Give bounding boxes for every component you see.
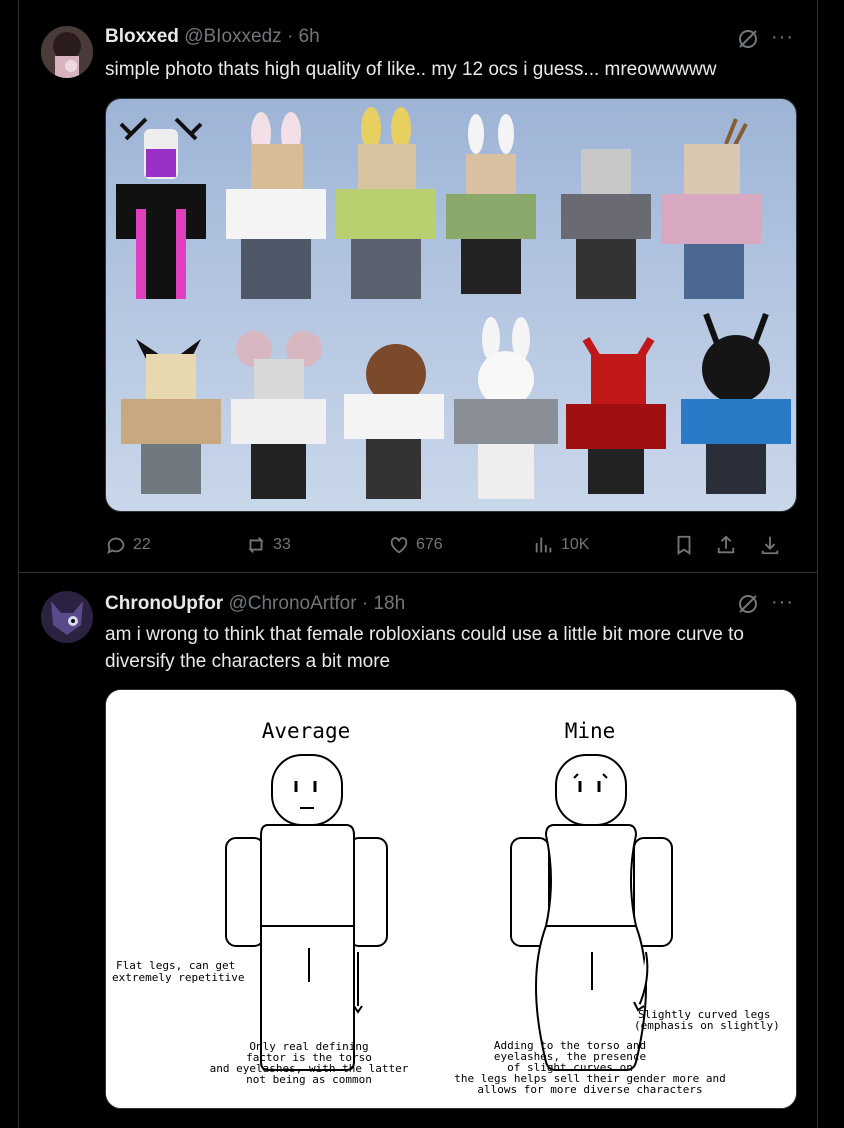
more-options-icon[interactable]: ··· bbox=[771, 591, 797, 613]
post-text: am i wrong to think that female robloxia… bbox=[105, 624, 744, 672]
reply-count: 22 bbox=[133, 536, 151, 553]
post-time[interactable]: 6h bbox=[299, 26, 320, 47]
separator-dot: · bbox=[286, 26, 294, 47]
avatar-bloxxed[interactable] bbox=[41, 26, 93, 78]
author-handle[interactable]: @ChronoArtfor bbox=[228, 593, 356, 614]
share-icon bbox=[717, 535, 735, 554]
post-chronoupfor[interactable]: ChronoUpfor @ChronoArtfor · 18h ··· am i… bbox=[19, 573, 817, 1128]
views-icon bbox=[535, 537, 552, 553]
author-name[interactable]: ChronoUpfor bbox=[105, 593, 223, 614]
timeline-feed: Bloxxed @BIoxxedz · 6h ··· simple photo … bbox=[18, 0, 818, 1128]
separator-dot: · bbox=[361, 593, 369, 614]
download-button[interactable] bbox=[759, 530, 781, 560]
note-curved-2: (emphasis on slightly) bbox=[634, 1019, 780, 1032]
avatar-chronoupfor[interactable] bbox=[41, 591, 93, 643]
bookmark-button[interactable] bbox=[673, 530, 695, 560]
post-time[interactable]: 18h bbox=[373, 593, 405, 614]
left-title: Average bbox=[262, 719, 351, 743]
heart-icon bbox=[390, 537, 408, 554]
like-button[interactable]: 676 bbox=[388, 530, 443, 560]
download-icon bbox=[761, 536, 779, 555]
right-title: Mine bbox=[565, 719, 616, 743]
grok-icon[interactable] bbox=[737, 593, 759, 615]
post-image-ocs[interactable] bbox=[105, 98, 797, 512]
author-name[interactable]: Bloxxed bbox=[105, 26, 179, 47]
repost-icon bbox=[248, 537, 264, 553]
post-bloxxed[interactable]: Bloxxed @BIoxxedz · 6h ··· simple photo … bbox=[19, 0, 817, 573]
view-count: 10K bbox=[561, 536, 590, 553]
share-button[interactable] bbox=[715, 530, 737, 560]
author-handle[interactable]: @BIoxxedz bbox=[184, 26, 281, 47]
bookmark-icon bbox=[677, 535, 691, 555]
views-button[interactable]: 10K bbox=[533, 530, 589, 560]
like-count: 676 bbox=[416, 536, 443, 553]
grok-icon[interactable] bbox=[737, 28, 759, 50]
note-only-4: not being as common bbox=[246, 1073, 372, 1086]
note-add-5: allows for more diverse characters bbox=[477, 1083, 702, 1096]
reply-icon bbox=[107, 537, 125, 555]
post-text: simple photo thats high quality of like.… bbox=[105, 59, 717, 80]
more-options-icon[interactable]: ··· bbox=[771, 26, 797, 48]
reply-button[interactable]: 22 bbox=[105, 530, 151, 560]
repost-button[interactable]: 33 bbox=[245, 530, 291, 560]
post-header: ChronoUpfor @ChronoArtfor · 18h bbox=[105, 593, 405, 615]
repost-count: 33 bbox=[273, 536, 291, 553]
post-header: Bloxxed @BIoxxedz · 6h bbox=[105, 26, 320, 48]
post-actions: 22 33 676 10K bbox=[105, 530, 795, 560]
note-flat-2: extremely repetitive bbox=[112, 971, 244, 984]
post-image-drawing[interactable]: Average Mine Flat legs, can get extremel… bbox=[105, 689, 797, 1109]
